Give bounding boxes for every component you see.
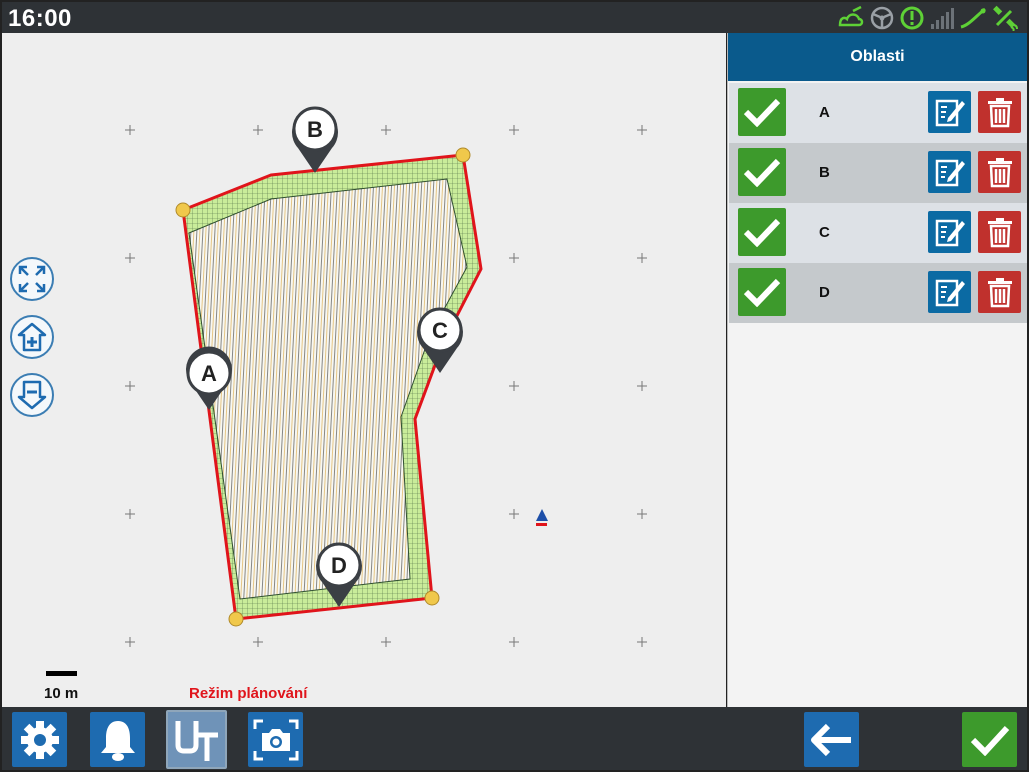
guidance-line-icon (960, 7, 986, 29)
ut-icon (175, 720, 218, 761)
area-visible-toggle[interactable] (738, 268, 786, 316)
clock: 16:00 (8, 5, 72, 32)
vehicle-position-icon (536, 509, 548, 526)
settings-icon (20, 720, 59, 759)
boundary-vertex[interactable] (424, 590, 440, 606)
area-visible-toggle[interactable] (738, 88, 786, 136)
fit-view-icon (18, 265, 46, 293)
map-view[interactable]: A B C D 10 m Režim plánování (2, 33, 726, 707)
confirm-button[interactable] (962, 712, 1017, 767)
map-pin-c-label: C (432, 318, 448, 343)
area-label: B (819, 164, 830, 181)
map-pin-d-label: D (331, 553, 347, 578)
status-icons (837, 4, 1021, 32)
trash-icon (987, 98, 1012, 128)
delete-area-button[interactable] (978, 91, 1021, 133)
zoom-in-icon (17, 322, 47, 352)
check-icon (743, 278, 781, 307)
zoom-in-button[interactable] (10, 315, 54, 359)
confirm-check-icon (970, 725, 1009, 756)
screenshot-button[interactable] (248, 712, 303, 767)
areas-list: A B C D (729, 83, 1027, 323)
area-label: C (819, 224, 830, 241)
check-icon (743, 158, 781, 187)
area-row-d[interactable]: D (729, 263, 1027, 323)
areas-panel: Oblasti A B C D (727, 33, 1027, 707)
notifications-button[interactable] (90, 712, 145, 767)
steering-wheel-icon (870, 6, 894, 30)
area-label: D (819, 284, 830, 301)
scale-bar (46, 671, 77, 676)
map-pin-b-label: B (307, 117, 323, 142)
edit-icon (935, 219, 965, 247)
scale-label: 10 m (44, 685, 79, 702)
edit-area-button[interactable] (928, 271, 971, 313)
area-visible-toggle[interactable] (738, 208, 786, 256)
area-row-b[interactable]: B (729, 143, 1027, 203)
delete-area-button[interactable] (978, 211, 1021, 253)
zoom-out-icon (17, 380, 47, 410)
edit-icon (935, 159, 965, 187)
bottom-toolbar (2, 707, 1027, 770)
back-button[interactable] (804, 712, 859, 767)
edit-icon (935, 279, 965, 307)
satellite-icon (993, 5, 1018, 31)
app-frame: 16:00 A B C D 10 m Režim plánování Oblas… (0, 0, 1029, 772)
universal-terminal-button[interactable] (166, 710, 227, 769)
edit-area-button[interactable] (928, 151, 971, 193)
trash-icon (987, 158, 1012, 188)
trash-icon (987, 218, 1012, 248)
area-row-c[interactable]: C (729, 203, 1027, 263)
delete-area-button[interactable] (978, 151, 1021, 193)
zoom-out-button[interactable] (10, 373, 54, 417)
boundary-vertex[interactable] (228, 611, 244, 627)
settings-button[interactable] (12, 712, 67, 767)
screenshot-icon (253, 719, 298, 760)
area-visible-toggle[interactable] (738, 148, 786, 196)
field-boundary-icon (838, 5, 864, 27)
trash-icon (987, 278, 1012, 308)
check-icon (743, 218, 781, 247)
edit-area-button[interactable] (928, 91, 971, 133)
check-icon (743, 98, 781, 127)
field-map: A B C D (125, 106, 647, 647)
delete-area-button[interactable] (978, 271, 1021, 313)
map-pin-b[interactable]: B (292, 106, 338, 173)
area-row-a[interactable]: A (729, 83, 1027, 143)
edit-icon (935, 99, 965, 127)
planning-mode-label: Režim plánování (189, 685, 308, 702)
fit-view-button[interactable] (10, 257, 54, 301)
status-bar: 16:00 (2, 2, 1027, 33)
edit-area-button[interactable] (928, 211, 971, 253)
boundary-vertex[interactable] (455, 147, 471, 163)
signal-strength-icon (931, 8, 954, 29)
gnss-warning-icon (900, 6, 924, 30)
map-pin-a-label: A (201, 361, 217, 386)
back-arrow-icon (810, 723, 851, 756)
notifications-icon (100, 720, 135, 761)
boundary-vertex[interactable] (175, 202, 191, 218)
panel-title: Oblasti (728, 33, 1027, 81)
area-label: A (819, 104, 830, 121)
